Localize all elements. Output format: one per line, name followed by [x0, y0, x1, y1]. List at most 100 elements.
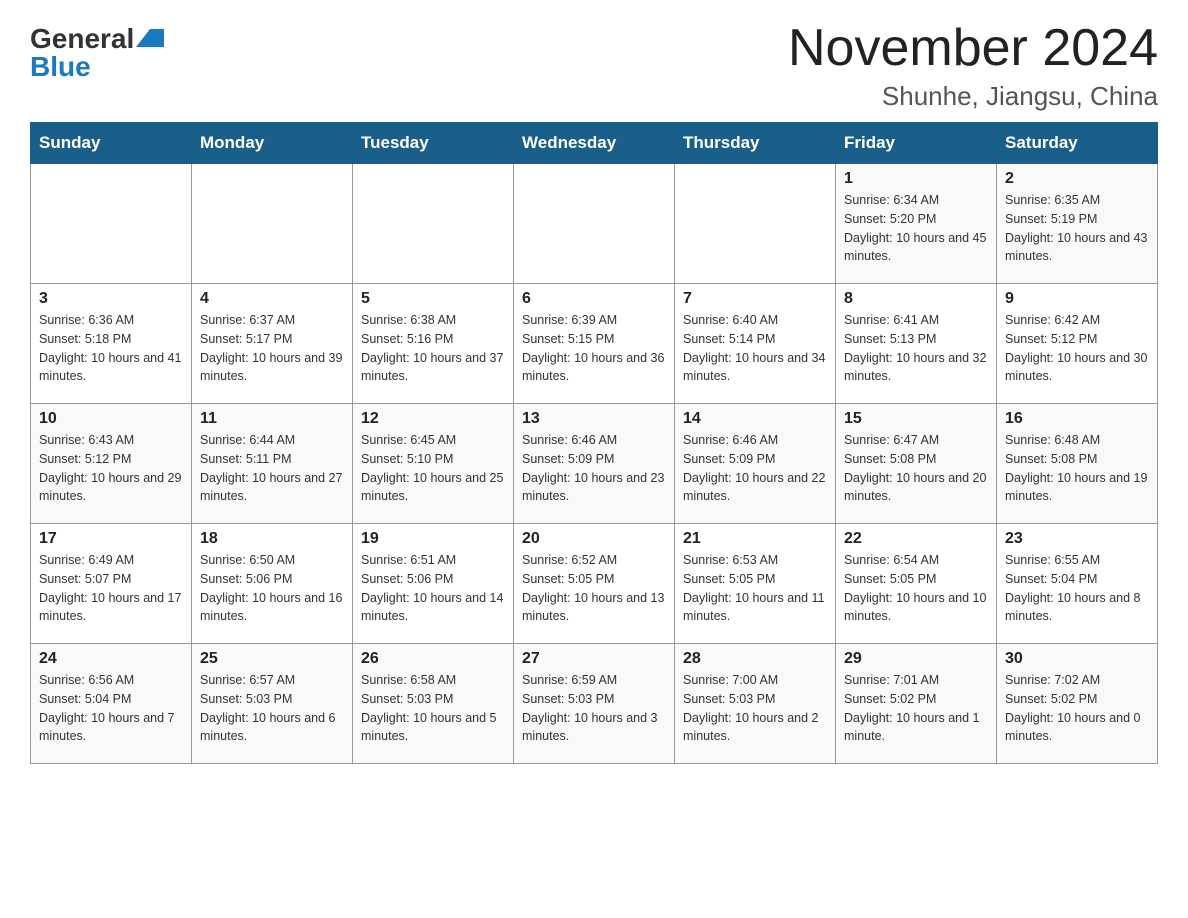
calendar-cell: 5 Sunrise: 6:38 AM Sunset: 5:16 PM Daylig… — [353, 284, 514, 404]
calendar-cell: 12 Sunrise: 6:45 AM Sunset: 5:10 PM Dayli… — [353, 404, 514, 524]
day-number: 14 — [683, 410, 827, 428]
calendar-cell: 27Sunrise: 6:59 AM Sunset: 5:03 PM Dayli… — [514, 644, 675, 764]
title-area: November 2024 Shunhe, Jiangsu, China — [788, 20, 1158, 112]
day-number: 13 — [522, 410, 666, 428]
day-info: Sunrise: 6:37 AM Sunset: 5:17 PM Dayligh… — [200, 311, 344, 386]
calendar-body: 1 Sunrise: 6:34 AM Sunset: 5:20 PM Daylig… — [31, 164, 1158, 764]
day-info: Sunrise: 6:58 AM Sunset: 5:03 PM Dayligh… — [361, 671, 505, 746]
calendar-cell: 2 Sunrise: 6:35 AM Sunset: 5:19 PM Daylig… — [997, 164, 1158, 284]
day-info: Sunrise: 6:45 AM Sunset: 5:10 PM Dayligh… — [361, 431, 505, 506]
calendar-cell — [675, 164, 836, 284]
day-number: 20 — [522, 530, 666, 548]
day-info: Sunrise: 6:50 AM Sunset: 5:06 PM Dayligh… — [200, 551, 344, 626]
calendar-cell: 13Sunrise: 6:46 AM Sunset: 5:09 PM Dayli… — [514, 404, 675, 524]
day-info: Sunrise: 6:59 AM Sunset: 5:03 PM Dayligh… — [522, 671, 666, 746]
calendar-cell: 20 Sunrise: 6:52 AM Sunset: 5:05 PM Dayli… — [514, 524, 675, 644]
calendar-cell: 30 Sunrise: 7:02 AM Sunset: 5:02 PM Dayli… — [997, 644, 1158, 764]
header-row: Sunday Monday Tuesday Wednesday Thursday… — [31, 123, 1158, 164]
day-number: 24 — [39, 650, 183, 668]
calendar-table: Sunday Monday Tuesday Wednesday Thursday… — [30, 122, 1158, 764]
calendar-cell: 3Sunrise: 6:36 AM Sunset: 5:18 PM Daylig… — [31, 284, 192, 404]
day-number: 28 — [683, 650, 827, 668]
day-info: Sunrise: 6:35 AM Sunset: 5:19 PM Dayligh… — [1005, 191, 1149, 266]
calendar-week-row: 10 Sunrise: 6:43 AM Sunset: 5:12 PM Dayli… — [31, 404, 1158, 524]
day-number: 17 — [39, 530, 183, 548]
day-info: Sunrise: 6:43 AM Sunset: 5:12 PM Dayligh… — [39, 431, 183, 506]
calendar-cell — [192, 164, 353, 284]
calendar-cell: 9 Sunrise: 6:42 AM Sunset: 5:12 PM Daylig… — [997, 284, 1158, 404]
day-number: 9 — [1005, 290, 1149, 308]
day-info: Sunrise: 6:44 AM Sunset: 5:11 PM Dayligh… — [200, 431, 344, 506]
logo-blue-text: Blue — [30, 53, 91, 81]
col-saturday: Saturday — [997, 123, 1158, 164]
day-info: Sunrise: 6:54 AM Sunset: 5:05 PM Dayligh… — [844, 551, 988, 626]
day-info: Sunrise: 6:38 AM Sunset: 5:16 PM Dayligh… — [361, 311, 505, 386]
day-number: 5 — [361, 290, 505, 308]
day-number: 18 — [200, 530, 344, 548]
calendar-cell: 26 Sunrise: 6:58 AM Sunset: 5:03 PM Dayli… — [353, 644, 514, 764]
calendar-header: Sunday Monday Tuesday Wednesday Thursday… — [31, 123, 1158, 164]
location-subtitle: Shunhe, Jiangsu, China — [788, 81, 1158, 112]
day-info: Sunrise: 7:01 AM Sunset: 5:02 PM Dayligh… — [844, 671, 988, 746]
day-info: Sunrise: 6:48 AM Sunset: 5:08 PM Dayligh… — [1005, 431, 1149, 506]
day-info: Sunrise: 6:40 AM Sunset: 5:14 PM Dayligh… — [683, 311, 827, 386]
day-number: 22 — [844, 530, 988, 548]
day-number: 12 — [361, 410, 505, 428]
calendar-cell: 21 Sunrise: 6:53 AM Sunset: 5:05 PM Dayli… — [675, 524, 836, 644]
calendar-cell — [353, 164, 514, 284]
day-info: Sunrise: 6:53 AM Sunset: 5:05 PM Dayligh… — [683, 551, 827, 626]
day-number: 30 — [1005, 650, 1149, 668]
day-number: 23 — [1005, 530, 1149, 548]
calendar-cell: 14Sunrise: 6:46 AM Sunset: 5:09 PM Dayli… — [675, 404, 836, 524]
calendar-cell: 25Sunrise: 6:57 AM Sunset: 5:03 PM Dayli… — [192, 644, 353, 764]
day-number: 16 — [1005, 410, 1149, 428]
day-number: 6 — [522, 290, 666, 308]
page-header: General Blue November 2024 Shunhe, Jiang… — [30, 20, 1158, 112]
logo-triangle-icon — [136, 29, 164, 47]
day-number: 4 — [200, 290, 344, 308]
day-info: Sunrise: 6:51 AM Sunset: 5:06 PM Dayligh… — [361, 551, 505, 626]
col-tuesday: Tuesday — [353, 123, 514, 164]
day-info: Sunrise: 6:39 AM Sunset: 5:15 PM Dayligh… — [522, 311, 666, 386]
calendar-cell: 4 Sunrise: 6:37 AM Sunset: 5:17 PM Daylig… — [192, 284, 353, 404]
day-number: 29 — [844, 650, 988, 668]
day-number: 26 — [361, 650, 505, 668]
day-number: 15 — [844, 410, 988, 428]
day-info: Sunrise: 6:42 AM Sunset: 5:12 PM Dayligh… — [1005, 311, 1149, 386]
day-info: Sunrise: 6:34 AM Sunset: 5:20 PM Dayligh… — [844, 191, 988, 266]
day-info: Sunrise: 6:57 AM Sunset: 5:03 PM Dayligh… — [200, 671, 344, 746]
calendar-cell: 10 Sunrise: 6:43 AM Sunset: 5:12 PM Dayli… — [31, 404, 192, 524]
calendar-week-row: 24 Sunrise: 6:56 AM Sunset: 5:04 PM Dayli… — [31, 644, 1158, 764]
calendar-cell: 7 Sunrise: 6:40 AM Sunset: 5:14 PM Daylig… — [675, 284, 836, 404]
calendar-cell: 18 Sunrise: 6:50 AM Sunset: 5:06 PM Dayli… — [192, 524, 353, 644]
calendar-cell: 19 Sunrise: 6:51 AM Sunset: 5:06 PM Dayli… — [353, 524, 514, 644]
day-info: Sunrise: 6:49 AM Sunset: 5:07 PM Dayligh… — [39, 551, 183, 626]
day-info: Sunrise: 6:47 AM Sunset: 5:08 PM Dayligh… — [844, 431, 988, 506]
day-number: 21 — [683, 530, 827, 548]
day-info: Sunrise: 7:02 AM Sunset: 5:02 PM Dayligh… — [1005, 671, 1149, 746]
day-number: 8 — [844, 290, 988, 308]
day-info: Sunrise: 6:55 AM Sunset: 5:04 PM Dayligh… — [1005, 551, 1149, 626]
logo: General Blue — [30, 20, 164, 81]
day-number: 11 — [200, 410, 344, 428]
day-number: 1 — [844, 170, 988, 188]
calendar-week-row: 3Sunrise: 6:36 AM Sunset: 5:18 PM Daylig… — [31, 284, 1158, 404]
col-friday: Friday — [836, 123, 997, 164]
col-monday: Monday — [192, 123, 353, 164]
day-info: Sunrise: 6:52 AM Sunset: 5:05 PM Dayligh… — [522, 551, 666, 626]
calendar-cell: 28 Sunrise: 7:00 AM Sunset: 5:03 PM Dayli… — [675, 644, 836, 764]
day-number: 10 — [39, 410, 183, 428]
day-number: 19 — [361, 530, 505, 548]
calendar-cell: 1 Sunrise: 6:34 AM Sunset: 5:20 PM Daylig… — [836, 164, 997, 284]
day-info: Sunrise: 6:56 AM Sunset: 5:04 PM Dayligh… — [39, 671, 183, 746]
col-thursday: Thursday — [675, 123, 836, 164]
calendar-cell: 22 Sunrise: 6:54 AM Sunset: 5:05 PM Dayli… — [836, 524, 997, 644]
day-number: 7 — [683, 290, 827, 308]
calendar-cell: 11 Sunrise: 6:44 AM Sunset: 5:11 PM Dayli… — [192, 404, 353, 524]
day-number: 2 — [1005, 170, 1149, 188]
col-wednesday: Wednesday — [514, 123, 675, 164]
calendar-cell — [31, 164, 192, 284]
calendar-cell — [514, 164, 675, 284]
day-info: Sunrise: 7:00 AM Sunset: 5:03 PM Dayligh… — [683, 671, 827, 746]
day-info: Sunrise: 6:36 AM Sunset: 5:18 PM Dayligh… — [39, 311, 183, 386]
